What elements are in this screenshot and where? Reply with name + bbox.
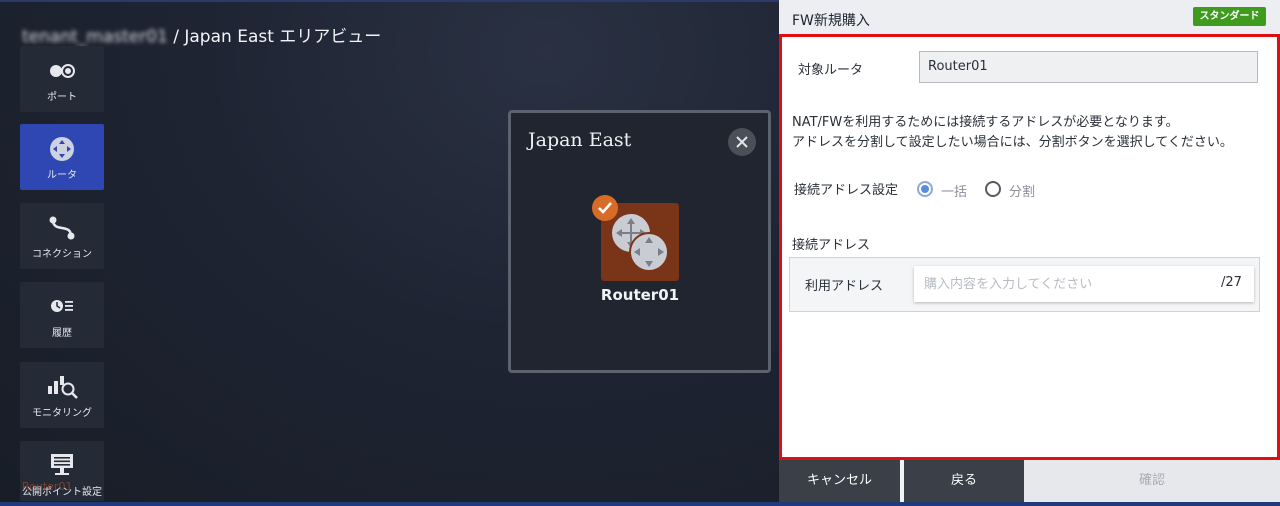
description-line-1: NAT/FWを利用するためには接続するアドレスが必要となります。 — [792, 115, 1179, 130]
use-address-label: 利用アドレス — [805, 279, 884, 294]
check-icon — [592, 195, 618, 221]
sidebar-item-label: モニタリング — [32, 408, 92, 419]
area-view: tenant_master01 / Japan East エリアビュー ポート … — [0, 0, 779, 506]
radio-split[interactable] — [985, 181, 1001, 197]
tenant-name: tenant_master01 — [22, 27, 168, 47]
breadcrumb-path: / Japan East エリアビュー — [167, 27, 382, 47]
connection-address-heading: 接続アドレス — [792, 238, 871, 253]
address-row: 利用アドレス /27 — [789, 257, 1260, 312]
close-icon[interactable] — [728, 128, 756, 156]
radio-split-label[interactable]: 分割 — [1009, 181, 1035, 200]
purchase-form: 対象ルータ Router01 NAT/FWを利用するためには接続するアドレスが必… — [779, 34, 1280, 460]
public-point-icon — [51, 454, 73, 475]
back-button[interactable]: 戻る — [904, 460, 1024, 502]
description-line-2: アドレスを分割して設定したい場合には、分割ボタンを選択してください。 — [792, 135, 1233, 150]
sidebar-item-label: コネクション — [32, 249, 92, 260]
router-name: Router01 — [600, 286, 680, 304]
connection-icon — [49, 216, 75, 240]
radio-bulk[interactable] — [917, 181, 933, 197]
fw-purchase-panel: FW新規購入 スタンダード 対象ルータ Router01 NAT/FWを利用する… — [779, 0, 1280, 506]
region-card: Japan East Router01 — [508, 110, 771, 373]
sidebar-item-history[interactable]: 履歴 — [20, 282, 104, 348]
sidebar-item-label: ルータ — [47, 170, 77, 181]
sidebar-item-router[interactable]: ルータ — [20, 124, 104, 190]
breadcrumb: tenant_master01 / Japan East エリアビュー — [22, 22, 381, 47]
history-icon — [51, 300, 73, 312]
plan-badge: スタンダード — [1193, 7, 1266, 26]
router-icon — [50, 137, 74, 161]
region-title: Japan East — [528, 129, 632, 151]
radio-bulk-label[interactable]: 一括 — [941, 181, 967, 200]
target-router-label: 対象ルータ — [798, 63, 864, 78]
sidebar-item-port[interactable]: ポート — [20, 46, 104, 112]
bottom-bar — [0, 502, 1280, 506]
use-address-input[interactable] — [914, 266, 1254, 302]
sidebar-item-label: 履歴 — [52, 328, 72, 339]
sidebar-item-connection[interactable]: コネクション — [20, 203, 104, 269]
prefix-suffix: /27 — [1221, 275, 1242, 290]
cancel-button[interactable]: キャンセル — [779, 460, 900, 502]
ghost-router-label: Router01 — [22, 480, 73, 493]
sidebar-item-label: ポート — [47, 92, 77, 103]
address-setting-label: 接続アドレス設定 — [794, 183, 899, 198]
port-icon — [50, 64, 75, 78]
confirm-button[interactable]: 確認 — [1024, 460, 1280, 502]
monitoring-icon — [48, 376, 78, 399]
panel-title: FW新規購入 — [792, 13, 870, 29]
target-router-field: Router01 — [919, 51, 1258, 83]
panel-header: FW新規購入 スタンダード — [779, 0, 1280, 34]
sidebar-item-monitoring[interactable]: モニタリング — [20, 362, 104, 428]
